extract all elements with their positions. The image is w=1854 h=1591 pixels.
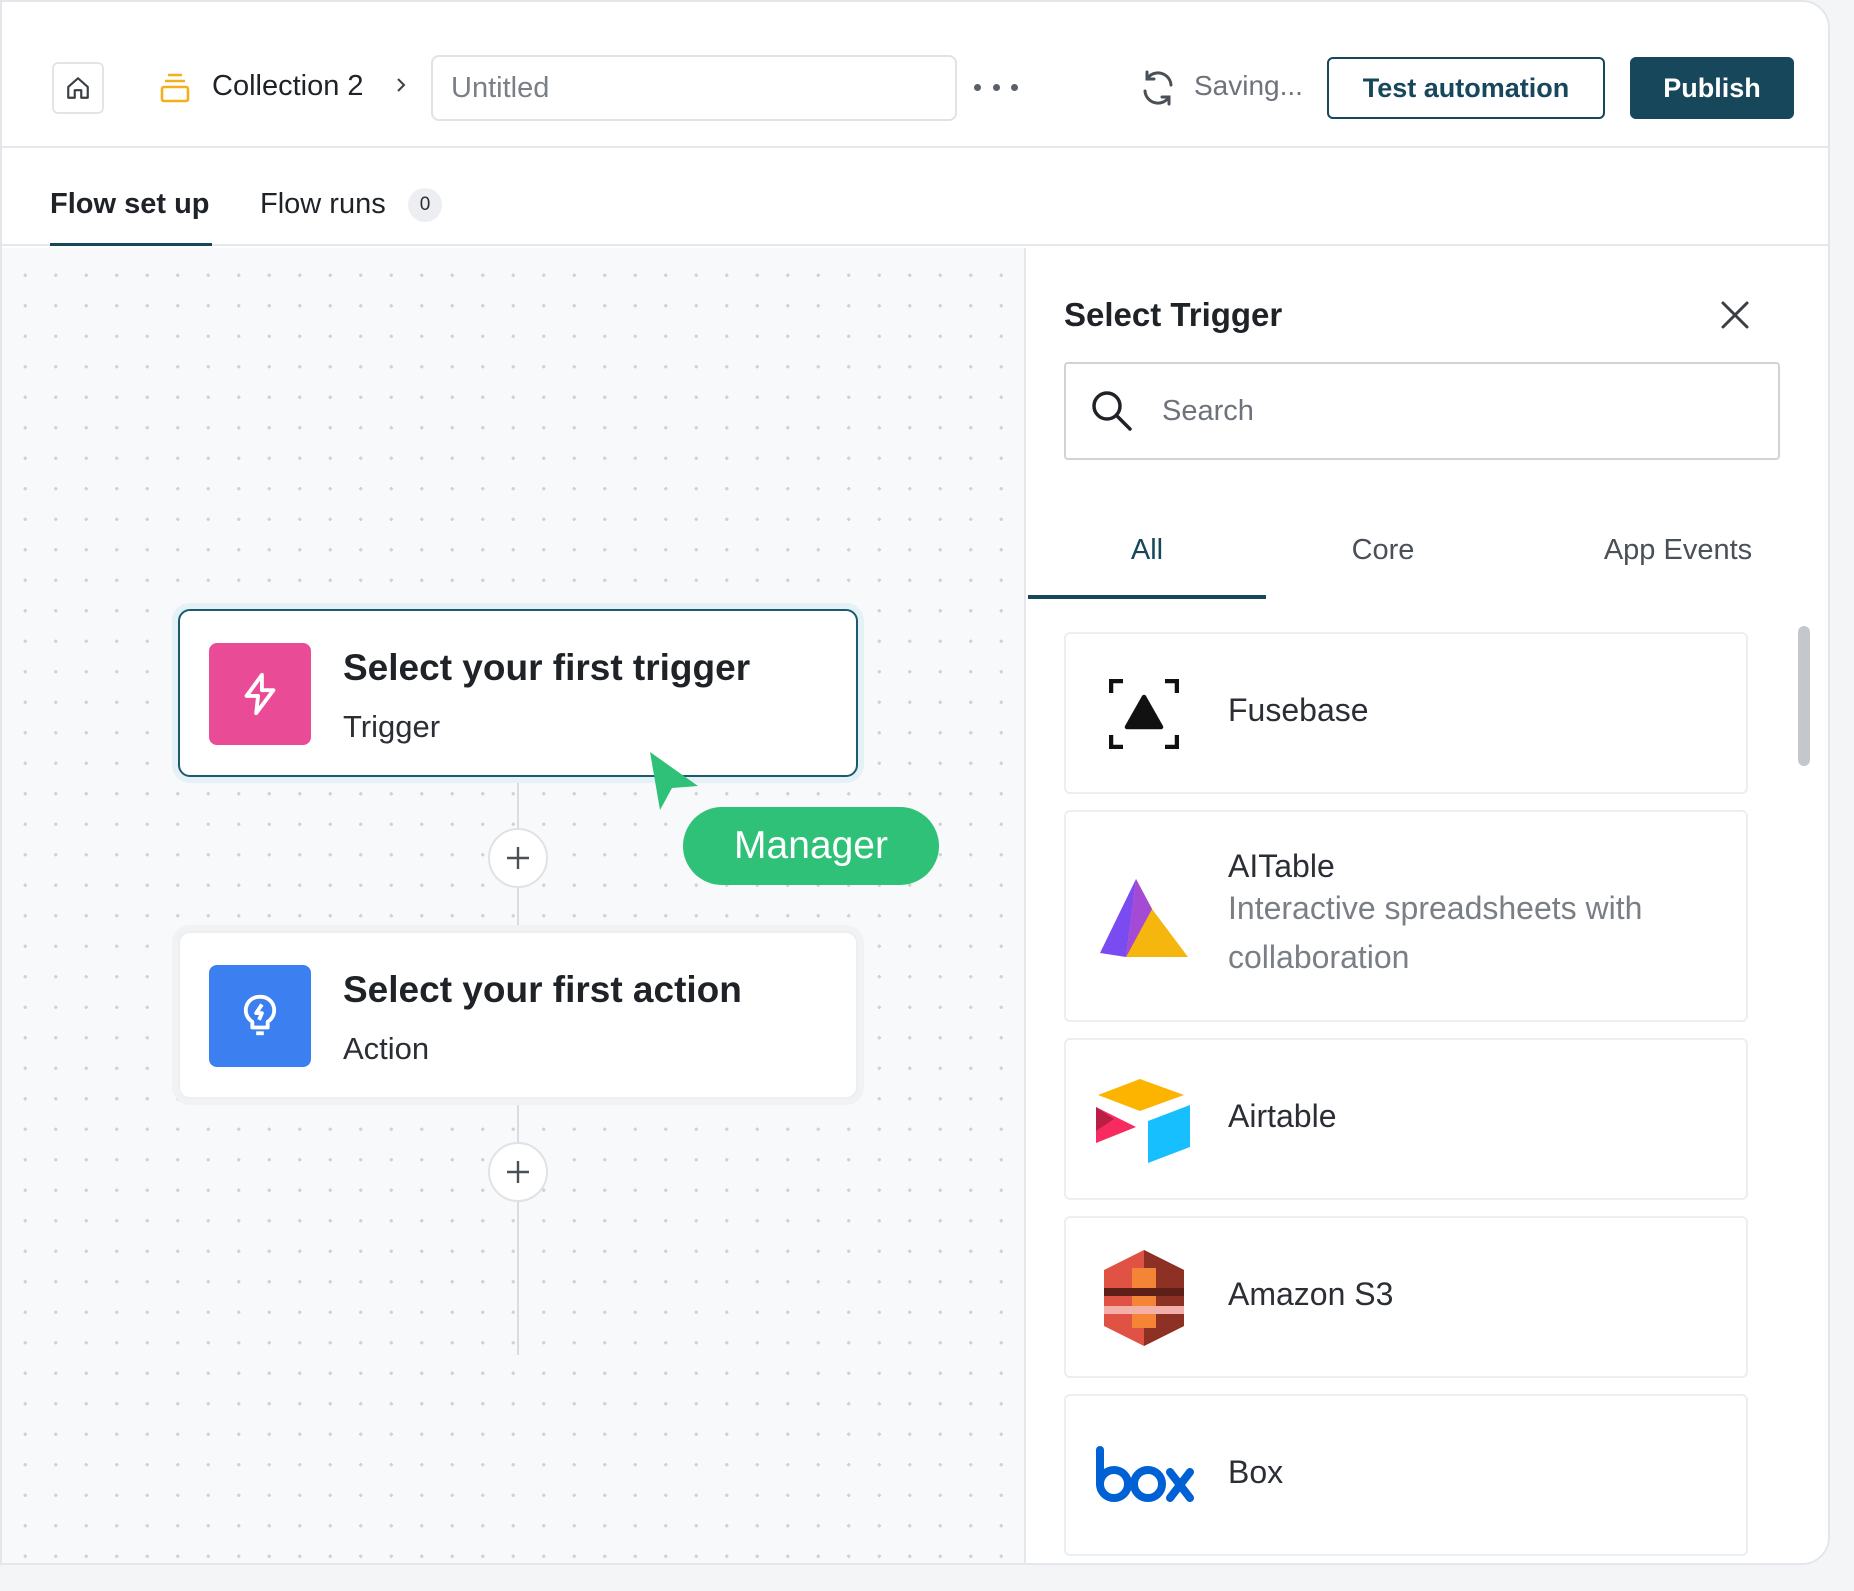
collection-icon <box>160 73 190 103</box>
top-header: Collection 2 Saving... Test automation P… <box>2 2 1828 148</box>
app-name: Fusebase <box>1228 692 1369 728</box>
app-item-box[interactable]: Box <box>1064 1394 1748 1556</box>
search-input[interactable] <box>1162 394 1762 428</box>
page-tabs: Flow set up Flow runs 0 <box>2 148 1828 246</box>
search-icon <box>1092 391 1132 431</box>
publish-button[interactable]: Publish <box>1630 57 1794 119</box>
collaborator-label: Manager <box>683 807 939 885</box>
dot-icon <box>974 83 981 91</box>
airtable-logo-icon <box>1094 1070 1194 1170</box>
home-icon <box>67 77 89 99</box>
active-tab-indicator <box>1028 595 1266 599</box>
chevron-right-icon <box>397 78 406 92</box>
action-node-subtitle: Action <box>343 1031 430 1066</box>
search-field[interactable] <box>1064 362 1780 460</box>
app-item-fusebase[interactable]: Fusebase <box>1064 632 1748 794</box>
breadcrumb-collection[interactable]: Collection 2 <box>212 70 364 103</box>
app-name: Airtable <box>1228 1098 1337 1134</box>
collaborator-cursor-icon <box>650 752 698 810</box>
box-logo-icon <box>1094 1426 1194 1526</box>
action-node[interactable]: Select your first action Action <box>178 931 858 1099</box>
app-description: Interactive spreadsheets with collaborat… <box>1228 890 1643 975</box>
plus-icon <box>507 1161 529 1183</box>
panel-tabs: All Core App Events <box>1028 510 1788 600</box>
trigger-node-title: Select your first trigger <box>343 647 751 688</box>
app-name: AITable <box>1228 848 1335 884</box>
flow-canvas[interactable]: Select your first trigger Trigger Select… <box>2 248 1026 1563</box>
scrollbar-thumb[interactable] <box>1798 626 1810 766</box>
sync-icon <box>1143 70 1173 106</box>
app-item-amazon-s3[interactable]: Amazon S3 <box>1064 1216 1748 1378</box>
trigger-node[interactable]: Select your first trigger Trigger <box>178 609 858 777</box>
lightning-icon <box>244 672 276 716</box>
tab-flow-runs[interactable]: Flow runs <box>260 188 386 221</box>
app-item-aitable[interactable]: AITable Interactive spreadsheets with co… <box>1064 810 1748 1022</box>
app-window: Collection 2 Saving... Test automation P… <box>0 0 1830 1565</box>
tab-app-events[interactable]: App Events <box>1578 534 1778 567</box>
app-item-airtable[interactable]: Airtable <box>1064 1038 1748 1200</box>
active-tab-indicator <box>50 243 212 246</box>
amazon-s3-logo-icon <box>1094 1248 1194 1348</box>
tab-flow-setup[interactable]: Flow set up <box>50 188 210 221</box>
app-name: Amazon S3 <box>1228 1276 1394 1312</box>
panel-title: Select Trigger <box>1064 296 1283 333</box>
add-step-button[interactable] <box>488 1142 548 1202</box>
title-input[interactable] <box>431 55 957 121</box>
bulb-icon <box>243 994 277 1036</box>
fusebase-logo-icon <box>1094 664 1194 764</box>
close-icon[interactable] <box>1716 296 1754 334</box>
action-icon-tile <box>209 965 311 1067</box>
more-options-button[interactable] <box>974 74 1018 100</box>
select-trigger-panel: Select Trigger All Core App Events <box>1028 248 1828 1563</box>
saving-status: Saving... <box>1194 70 1303 101</box>
tab-core[interactable]: Core <box>1298 534 1468 567</box>
tab-all[interactable]: All <box>1028 534 1266 567</box>
home-button[interactable] <box>52 62 104 114</box>
action-node-title: Select your first action <box>343 969 742 1010</box>
runs-count-badge: 0 <box>408 188 442 222</box>
aitable-logo-icon <box>1094 868 1194 968</box>
add-step-button[interactable] <box>488 828 548 888</box>
dot-icon <box>1011 83 1018 91</box>
app-name: Box <box>1228 1454 1284 1490</box>
plus-icon <box>507 847 529 869</box>
trigger-icon-tile <box>209 643 311 745</box>
trigger-node-subtitle: Trigger <box>343 709 441 744</box>
dot-icon <box>992 83 1000 91</box>
test-automation-button[interactable]: Test automation <box>1327 57 1605 119</box>
